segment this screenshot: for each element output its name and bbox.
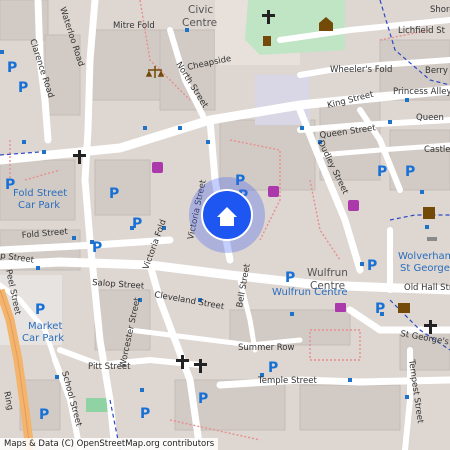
shop-icon xyxy=(335,303,346,312)
street-label: Summer Row xyxy=(238,343,294,353)
home-location-marker[interactable] xyxy=(189,177,265,253)
parking-icon: P xyxy=(285,270,295,286)
parking-icon: P xyxy=(198,391,208,407)
parking-icon: P xyxy=(140,406,150,422)
parking-icon: P xyxy=(109,186,119,202)
map-canvas: P P P P P P P P P P P P P P P P P P xyxy=(0,0,450,450)
street-label: Mitre Fold xyxy=(113,21,155,31)
market-car-park-label: Car Park xyxy=(22,333,64,344)
street-label: Wheeler's Fold xyxy=(330,65,392,75)
wolverhampton-station-label: St George xyxy=(400,263,450,274)
street-label: Queen xyxy=(416,113,444,123)
wolverhampton-station-label: Wolverham xyxy=(398,251,450,262)
shop-icon xyxy=(348,200,359,211)
shop-icon xyxy=(268,186,279,197)
map-attribution[interactable]: Maps & Data (C) OpenStreetMap.org contri… xyxy=(0,438,219,450)
wulfrun-centre-parking-label: Wulfrun Centre xyxy=(272,287,348,298)
street-label: Lichfield St xyxy=(398,26,446,36)
market-car-park-label: Market xyxy=(28,321,62,332)
fold-street-car-park-label: Car Park xyxy=(18,200,60,211)
civic-centre-label: Civic xyxy=(188,4,213,16)
parking-icon: P xyxy=(367,258,377,274)
fold-street-car-park-label: Fold Street xyxy=(13,188,67,199)
parking-icon: P xyxy=(132,216,142,232)
old-hall-street-label: Old Hall Str xyxy=(404,283,450,293)
shop-icon xyxy=(152,162,163,173)
book-shop-icon xyxy=(398,303,410,313)
street-label: Castle xyxy=(424,145,450,155)
parking-icon: P xyxy=(39,407,49,423)
parking-icon: P xyxy=(7,60,17,76)
street-label: Princess Alley xyxy=(393,87,450,97)
parking-icon: P xyxy=(35,302,45,318)
civic-centre-label: Centre xyxy=(182,17,217,29)
parking-icon: P xyxy=(405,164,415,180)
parking-icon: P xyxy=(92,240,102,256)
parking-icon: P xyxy=(18,80,28,96)
parking-icon: P xyxy=(375,301,385,317)
monument-icon xyxy=(263,36,271,46)
map-view[interactable]: P P P P P P P P P P P P P P P P P P xyxy=(0,0,450,450)
street-label: Pitt Street xyxy=(88,362,131,372)
parking-icon: P xyxy=(268,360,278,376)
wulfrun-centre-label: Wulfrun xyxy=(307,267,348,279)
rail-icon xyxy=(427,237,437,241)
street-label: Berry xyxy=(425,66,448,76)
street-label: Temple Street xyxy=(257,376,317,386)
hotel-icon xyxy=(423,207,435,219)
parking-icon: P xyxy=(377,164,387,180)
street-label: Shore xyxy=(430,5,450,15)
